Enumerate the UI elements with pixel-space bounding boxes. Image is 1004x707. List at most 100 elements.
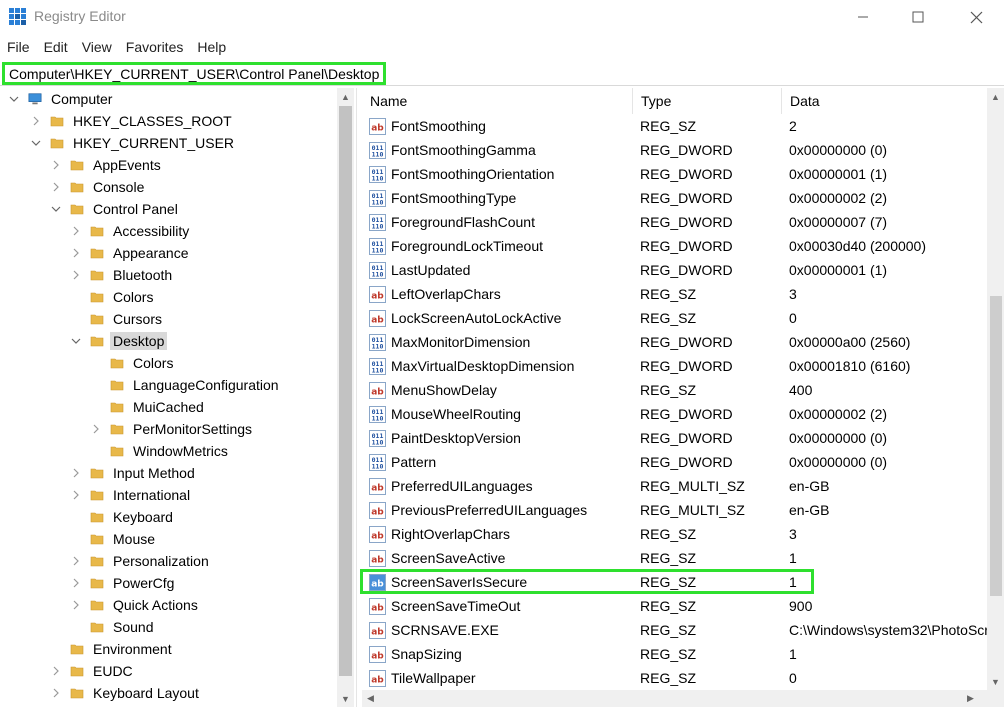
chevron-down-icon[interactable]	[50, 203, 62, 215]
address-path-input[interactable]: Computer\HKEY_CURRENT_USER\Control Panel…	[2, 62, 387, 85]
value-row[interactable]: ab SnapSizing REG_SZ 1	[362, 642, 988, 666]
list-horizontal-scrollbar[interactable]: ◀ ▶	[362, 690, 987, 707]
scroll-up-arrow-icon[interactable]: ▲	[987, 88, 1004, 105]
tree-item[interactable]: Computer	[8, 88, 115, 110]
tree-item[interactable]: Console	[50, 176, 147, 198]
tree-item[interactable]: WindowMetrics	[90, 440, 231, 462]
tree-scroll-thumb[interactable]	[339, 106, 352, 676]
menu-favorites[interactable]: Favorites	[119, 36, 191, 58]
tree-item[interactable]: Sound	[70, 616, 156, 638]
maximize-button[interactable]	[895, 0, 941, 34]
value-row[interactable]: ab LockScreenAutoLockActive REG_SZ 0	[362, 306, 988, 330]
tree-item[interactable]: Keyboard	[70, 506, 176, 528]
scroll-right-arrow-icon[interactable]: ▶	[962, 690, 979, 707]
value-row[interactable]: 011 110 ForegroundLockTimeout REG_DWORD 0x00…	[362, 234, 988, 258]
tree-item[interactable]: Bluetooth	[70, 264, 175, 286]
value-row[interactable]: ab LeftOverlapChars REG_SZ 3	[362, 282, 988, 306]
tree-vertical-scrollbar[interactable]: ▲ ▼	[337, 88, 354, 707]
tree-item[interactable]: HKEY_CURRENT_USER	[30, 132, 237, 154]
value-row[interactable]: ab TileWallpaper REG_SZ 0	[362, 666, 988, 690]
chevron-right-icon[interactable]	[30, 115, 42, 127]
tree-item[interactable]: Accessibility	[70, 220, 192, 242]
value-row[interactable]: 011 110 FontSmoothingType REG_DWORD 0x000000…	[362, 186, 988, 210]
chevron-right-icon[interactable]	[50, 687, 62, 699]
tree-item[interactable]: HKEY_CLASSES_ROOT	[30, 110, 235, 132]
tree-item[interactable]: PerMonitorSettings	[90, 418, 255, 440]
tree-item[interactable]: Quick Actions	[70, 594, 201, 616]
value-row[interactable]: ab SCRNSAVE.EXE REG_SZ C:\Windows\system32\…	[362, 618, 988, 642]
tree-item[interactable]: EUDC	[50, 660, 136, 682]
value-row[interactable]: ab MenuShowDelay REG_SZ 400	[362, 378, 988, 402]
chevron-right-icon[interactable]	[70, 577, 82, 589]
scroll-down-arrow-icon[interactable]: ▼	[987, 673, 1004, 690]
value-row[interactable]: ab RightOverlapChars REG_SZ 3	[362, 522, 988, 546]
value-row[interactable]: 011 110 FontSmoothingGamma REG_DWORD 0x00000…	[362, 138, 988, 162]
chevron-right-icon[interactable]	[70, 555, 82, 567]
tree-item[interactable]: PowerCfg	[70, 572, 177, 594]
tree-item[interactable]: MuiCached	[90, 396, 207, 418]
chevron-right-icon[interactable]	[70, 225, 82, 237]
column-header-data[interactable]: Data	[782, 88, 988, 114]
chevron-right-icon[interactable]	[70, 489, 82, 501]
close-button[interactable]	[953, 0, 999, 34]
tree-item[interactable]: Control Panel	[50, 198, 181, 220]
chevron-right-icon[interactable]	[70, 247, 82, 259]
column-header-name[interactable]: Name	[362, 88, 633, 114]
value-row[interactable]: 011 110 FontSmoothingOrientation REG_DWORD 0…	[362, 162, 988, 186]
binary-value-icon: 011110	[369, 261, 386, 279]
tree-item[interactable]: International	[70, 484, 193, 506]
menu-file[interactable]: File	[0, 36, 37, 58]
list-scroll-thumb[interactable]	[990, 296, 1002, 596]
value-row[interactable]: ab ScreenSaveTimeOut REG_SZ 900	[362, 594, 988, 618]
tree-item[interactable]: Appearance	[70, 242, 192, 264]
value-row[interactable]: 011 110 ForegroundFlashCount REG_DWORD 0x000…	[362, 210, 988, 234]
value-row[interactable]: 011 110 Pattern REG_DWORD 0x00000000 (0)	[362, 450, 988, 474]
chevron-right-icon[interactable]	[90, 423, 102, 435]
tree-item[interactable]: Input Method	[70, 462, 198, 484]
chevron-right-icon[interactable]	[50, 665, 62, 677]
value-name: SCRNSAVE.EXE	[391, 622, 499, 638]
scroll-left-arrow-icon[interactable]: ◀	[362, 690, 379, 707]
tree-item[interactable]: Environment	[50, 638, 175, 660]
menu-edit[interactable]: Edit	[37, 36, 75, 58]
value-row[interactable]: ab ScreenSaverIsSecure REG_SZ 1	[362, 570, 988, 594]
string-value-icon: ab	[369, 309, 386, 327]
chevron-down-icon[interactable]	[70, 335, 82, 347]
value-row[interactable]: ab PreviousPreferredUILanguages REG_MULTI_…	[362, 498, 988, 522]
scroll-up-arrow-icon[interactable]: ▲	[337, 88, 354, 105]
chevron-right-icon[interactable]	[70, 269, 82, 281]
tree-item[interactable]: Desktop	[70, 330, 168, 352]
chevron-right-icon[interactable]	[70, 467, 82, 479]
value-row[interactable]: ab PreferredUILanguages REG_MULTI_SZ en-GB	[362, 474, 988, 498]
value-row[interactable]: 011 110 LastUpdated REG_DWORD 0x00000001 (1)	[362, 258, 988, 282]
value-name-cell: ab RightOverlapChars	[362, 525, 633, 543]
tree-item-label: Colors	[133, 355, 174, 371]
tree-item[interactable]: LanguageConfiguration	[90, 374, 282, 396]
value-row[interactable]: ab FontSmoothing REG_SZ 2	[362, 114, 988, 138]
chevron-down-icon[interactable]	[8, 93, 20, 105]
chevron-right-icon[interactable]	[70, 599, 82, 611]
tree-item[interactable]: AppEvents	[50, 154, 164, 176]
value-row[interactable]: 011 110 MaxMonitorDimension REG_DWORD 0x0000…	[362, 330, 988, 354]
value-row[interactable]: 011 110 MouseWheelRouting REG_DWORD 0x000000…	[362, 402, 988, 426]
tree-item[interactable]: Colors	[70, 286, 156, 308]
menu-help[interactable]: Help	[190, 36, 233, 58]
scroll-down-arrow-icon[interactable]: ▼	[337, 690, 354, 707]
list-vertical-scrollbar[interactable]: ▲ ▼	[987, 88, 1004, 707]
tree-item[interactable]: Personalization	[70, 550, 212, 572]
tree-item-label: LanguageConfiguration	[133, 377, 279, 393]
chevron-right-icon[interactable]	[50, 159, 62, 171]
value-row[interactable]: ab ScreenSaveActive REG_SZ 1	[362, 546, 988, 570]
column-header-type[interactable]: Type	[633, 88, 782, 114]
chevron-right-icon[interactable]	[50, 181, 62, 193]
menu-view[interactable]: View	[75, 36, 119, 58]
tree-item[interactable]: Colors	[90, 352, 176, 374]
value-row[interactable]: 011 110 PaintDesktopVersion REG_DWORD 0x0000…	[362, 426, 988, 450]
value-row[interactable]: 011 110 MaxVirtualDesktopDimension REG_DWOR…	[362, 354, 988, 378]
tree-item[interactable]: Keyboard Layout	[50, 682, 202, 704]
tree-item[interactable]: Cursors	[70, 308, 165, 330]
minimize-button[interactable]	[840, 0, 886, 34]
chevron-down-icon[interactable]	[30, 137, 42, 149]
folder-icon	[110, 424, 124, 435]
tree-item[interactable]: Mouse	[70, 528, 158, 550]
